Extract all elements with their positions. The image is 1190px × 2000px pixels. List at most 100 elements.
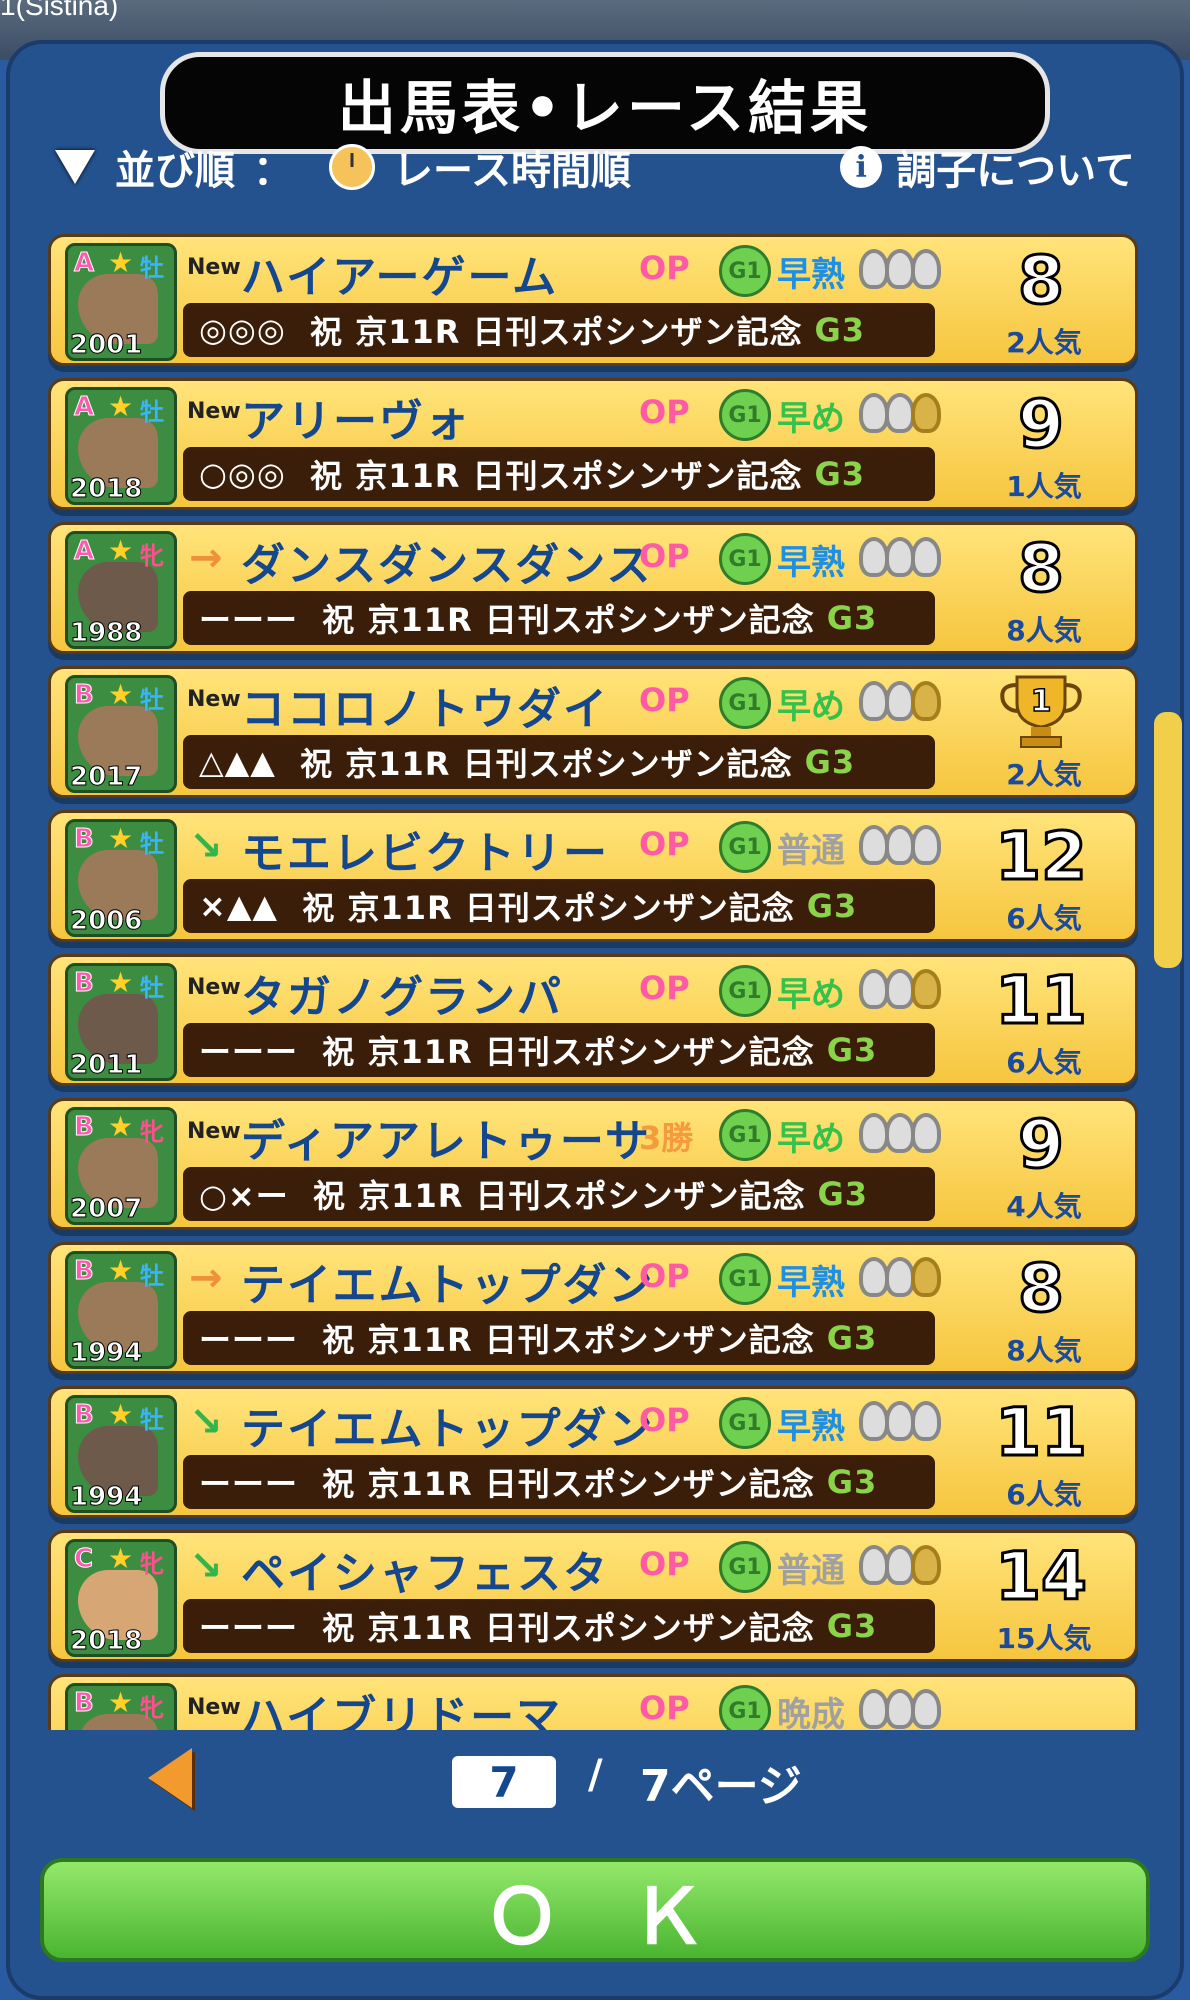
sort-value: レース時間順: [393, 148, 631, 194]
trend-down-icon: ↘: [189, 1399, 223, 1445]
horse-row[interactable]: A ★ 牝 1988 → ダンスダンスダンス OP G1 早熟 ーーー 祝 京1…: [48, 522, 1138, 654]
star-icon: ★: [108, 1110, 134, 1143]
year-label: 2006: [69, 906, 143, 936]
horse-name: ディアアレトゥーサ: [241, 1116, 652, 1167]
condition-label: 調子について: [896, 148, 1135, 194]
horse-row[interactable]: B ★ 牡 2017 New ココロノトウダイ OP G1 早め △▲▲ 祝 京…: [48, 666, 1138, 798]
new-badge: New: [187, 1119, 241, 1144]
rank-label: A: [73, 392, 95, 423]
race-name: 祝 京11R 日刊スポシンザン記念: [322, 1465, 815, 1503]
rank-label: C: [73, 1544, 94, 1575]
sort-control[interactable]: 並び順 ： レース時間順: [55, 132, 631, 202]
horse-row[interactable]: C ★ 牝 2018 ↘ ペイシャフェスタ OP G1 普通 ーーー 祝 京11…: [48, 1530, 1138, 1662]
sex-label: 牝: [140, 1118, 164, 1146]
pager: 7 / 7ページ: [0, 1740, 1190, 1830]
sex-label: 牝: [140, 542, 164, 570]
grade-label: G3: [826, 1319, 878, 1357]
grade-label: G3: [826, 1031, 878, 1069]
horse-portrait: A ★ 牡 2018: [65, 387, 177, 505]
horse-name: ハイアーゲーム: [241, 252, 559, 303]
horseshoe-icon: [911, 1113, 941, 1153]
g1-laurel-icon: G1: [719, 965, 771, 1017]
ok-button[interactable]: ＯＫ: [40, 1858, 1150, 1962]
g1-laurel-icon: G1: [719, 1253, 771, 1305]
horse-row[interactable]: A ★ 牡 2001 New ハイアーゲーム OP G1 早熟 ◎◎◎ 祝 京1…: [48, 234, 1138, 366]
trend-down-icon: ↘: [189, 1543, 223, 1589]
class-label: 3勝: [639, 1119, 694, 1157]
horseshoe-rating: [859, 681, 941, 721]
rank-label: B: [74, 824, 95, 855]
horse-portrait: B ★ 牡 2006: [65, 819, 177, 937]
horse-row[interactable]: A ★ 牡 2018 New アリーヴォ OP G1 早め ○◎◎ 祝 京11R…: [48, 378, 1138, 510]
finish-position: 1: [1031, 684, 1052, 719]
horse-portrait: B ★ 牡 1994: [65, 1395, 177, 1513]
horseshoe-rating: [859, 1689, 941, 1729]
g1-laurel-icon: G1: [719, 1397, 771, 1449]
grade-label: G3: [826, 1607, 878, 1645]
trend-flat-icon: →: [189, 1255, 223, 1301]
race-name: 祝 京11R 日刊スポシンザン記念: [322, 1321, 815, 1359]
g1-laurel-icon: G1: [719, 389, 771, 441]
star-icon: ★: [108, 1254, 134, 1287]
g1-laurel-icon: G1: [719, 1109, 771, 1161]
finish-position: 9: [1017, 1105, 1066, 1185]
finish-position: 12: [994, 817, 1089, 897]
horseshoe-rating: [859, 393, 941, 433]
current-page-field[interactable]: 7: [452, 1756, 556, 1808]
horse-list[interactable]: A ★ 牡 2001 New ハイアーゲーム OP G1 早熟 ◎◎◎ 祝 京1…: [40, 218, 1150, 1730]
star-icon: ★: [108, 534, 134, 567]
popularity-label: 6人気: [1006, 1478, 1082, 1511]
year-label: 2018: [69, 1626, 143, 1656]
race-result-bar: ーーー 祝 京11R 日刊スポシンザン記念 G3: [183, 591, 935, 645]
prev-page-arrow-icon[interactable]: [148, 1748, 192, 1808]
prediction-marks: △▲▲: [199, 743, 276, 781]
horse-row[interactable]: B ★ 牝 New ハイブリドーマ OP G1 晩成: [48, 1674, 1138, 1730]
sex-label: 牝: [140, 1694, 164, 1722]
sex-label: 牡: [140, 686, 164, 714]
class-label: OP: [639, 249, 690, 287]
g1-laurel-icon: G1: [719, 1685, 771, 1730]
popularity-label: 8人気: [1006, 614, 1082, 647]
finish-position: 8: [1017, 241, 1066, 321]
horse-name: モエレビクトリー: [241, 828, 609, 879]
horse-row[interactable]: B ★ 牝 2007 New ディアアレトゥーサ 3勝 G1 早め ○×ー 祝 …: [48, 1098, 1138, 1230]
new-badge: New: [187, 687, 241, 712]
horse-row[interactable]: B ★ 牡 1994 ↘ テイエムトップダン OP G1 早熟 ーーー 祝 京1…: [48, 1386, 1138, 1518]
horseshoe-rating: [859, 537, 941, 577]
growth-label: 早め: [777, 687, 845, 727]
horse-name: アリーヴォ: [241, 396, 471, 447]
horse-name: ペイシャフェスタ: [241, 1548, 609, 1599]
g1-laurel-icon: G1: [719, 245, 771, 297]
sex-label: 牡: [140, 1406, 164, 1434]
prediction-marks: ーーー: [199, 1465, 299, 1503]
class-label: OP: [639, 825, 690, 863]
page-total: 7ページ: [640, 1761, 802, 1812]
horse-portrait: B ★ 牡 1994: [65, 1251, 177, 1369]
growth-label: 早熟: [777, 543, 845, 583]
popularity-label: 4人気: [1006, 1190, 1082, 1223]
horse-row[interactable]: B ★ 牡 1994 → テイエムトップダン OP G1 早熟 ーーー 祝 京1…: [48, 1242, 1138, 1374]
sex-label: 牡: [140, 398, 164, 426]
scrollbar[interactable]: [1154, 712, 1182, 968]
horse-portrait: A ★ 牝 1988: [65, 531, 177, 649]
grade-label: G3: [814, 311, 866, 349]
horse-row[interactable]: B ★ 牡 2006 ↘ モエレビクトリー OP G1 普通 ×▲▲ 祝 京11…: [48, 810, 1138, 942]
horseshoe-rating: [859, 1257, 941, 1297]
year-label: 2017: [69, 762, 143, 792]
growth-label: 早熟: [777, 255, 845, 295]
race-result-bar: ○◎◎ 祝 京11R 日刊スポシンザン記念 G3: [183, 447, 935, 501]
prediction-marks: ×▲▲: [199, 887, 279, 925]
horse-row[interactable]: B ★ 牡 2011 New タガノグランパ OP G1 早め ーーー 祝 京1…: [48, 954, 1138, 1086]
year-label: 2018: [69, 474, 143, 504]
new-badge: New: [187, 399, 241, 424]
prediction-marks: ーーー: [199, 601, 299, 639]
prediction-marks: ーーー: [199, 1033, 299, 1071]
horseshoe-rating: [859, 249, 941, 289]
sex-label: 牝: [140, 1550, 164, 1578]
page-separator: /: [588, 1752, 603, 1798]
horse-portrait: B ★ 牡 2017: [65, 675, 177, 793]
grade-label: G3: [804, 743, 856, 781]
grade-label: G3: [814, 455, 866, 493]
prediction-marks: ◎◎◎: [199, 311, 286, 349]
condition-info-button[interactable]: i 調子について: [840, 132, 1135, 202]
